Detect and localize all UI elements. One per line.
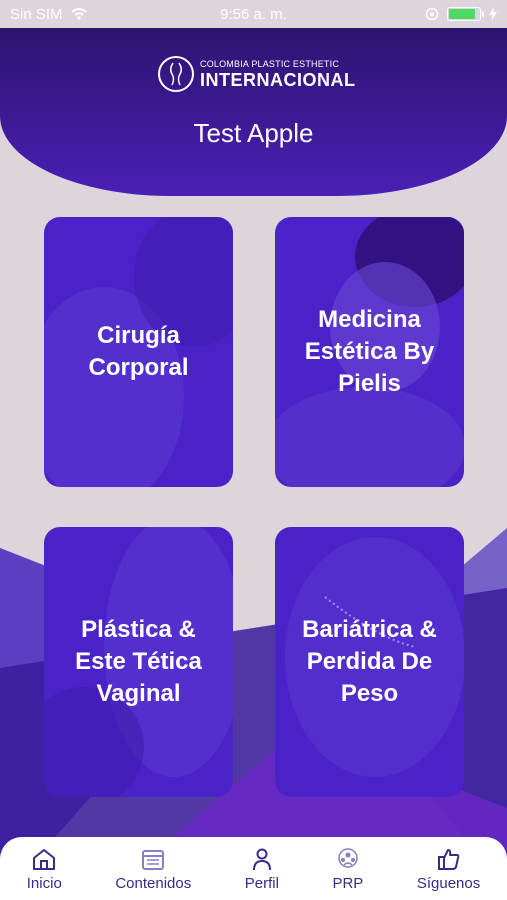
logo-text-top: COLOMBIA PLASTIC ESTHETIC: [200, 58, 340, 69]
tab-inicio[interactable]: Inicio: [27, 847, 62, 892]
tab-label: PRP: [332, 875, 364, 892]
category-card-medicina-estetica[interactable]: Medicina Estética By Pielis: [275, 217, 464, 487]
tab-siguenos[interactable]: Síguenos: [417, 847, 480, 892]
card-label: Cirugía Corporal: [88, 322, 189, 381]
thumbs-up-icon: [437, 849, 459, 870]
calendar-icon: [142, 850, 165, 870]
battery-icon: [447, 7, 484, 21]
card-label: Bariátrica & Perdida De Peso: [302, 616, 437, 707]
tab-label: Perfil: [244, 875, 279, 892]
home-icon: [33, 849, 56, 870]
tab-label: Contenidos: [115, 875, 192, 892]
tab-contenidos[interactable]: Contenidos: [115, 847, 191, 892]
card-label: Medicina Estética By Pielis: [304, 306, 435, 397]
tab-label: Inicio: [26, 875, 62, 892]
category-card-bariatrica[interactable]: Bariátrica & Perdida De Peso: [275, 527, 464, 797]
logo-mark-icon: [158, 56, 194, 92]
category-card-cirugia-corporal[interactable]: Cirugía Corporal: [44, 217, 233, 487]
group-icon: [338, 848, 358, 868]
status-time: 9:56 a. m.: [220, 5, 287, 23]
card-label: Plástica & Este Tética Vaginal: [75, 616, 202, 707]
tab-label: Síguenos: [416, 875, 481, 892]
bottom-tab-bar: Inicio Contenidos Perfil PRP Síguenos: [0, 837, 507, 900]
user-name: Test Apple: [193, 118, 314, 148]
brand-logo: COLOMBIA PLASTIC ESTHETIC INTERNACIONAL: [158, 56, 356, 92]
status-bar: Sin SIM 9:56 a. m.: [0, 0, 507, 28]
person-icon: [252, 848, 271, 871]
category-card-plastica-vaginal[interactable]: Plástica & Este Tética Vaginal: [44, 527, 233, 797]
tab-prp[interactable]: PRP: [332, 847, 363, 892]
logo-text-bottom: INTERNACIONAL: [200, 69, 356, 90]
app-header: COLOMBIA PLASTIC ESTHETIC INTERNACIONAL …: [0, 28, 507, 196]
tab-perfil[interactable]: Perfil: [245, 847, 279, 892]
